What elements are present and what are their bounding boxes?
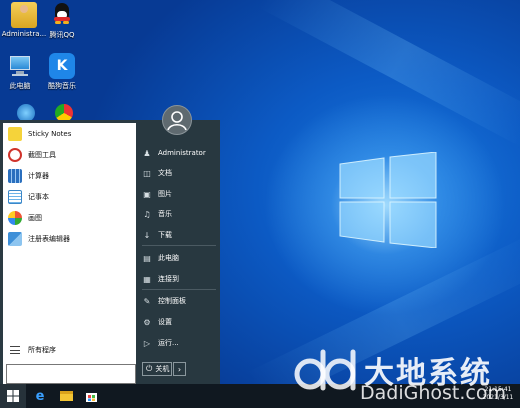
shutdown-options-button[interactable]: › [173,362,186,376]
chevron-right-icon: › [177,364,182,374]
app-item-label: Sticky Notes [28,130,72,138]
menu-item-settings[interactable]: ⚙ 设置 [142,314,218,330]
store-icon [85,392,97,402]
menu-item-documents[interactable]: ◫ 文档 [142,165,218,181]
menu-item-label: 下载 [158,231,172,239]
menu-separator [142,289,216,290]
desktop-icon-kugou[interactable]: K 酷狗音乐 [38,53,86,91]
picture-icon: ▣ [143,189,151,199]
paint-icon [8,211,22,225]
windows-logo-wallpaper [339,152,437,248]
all-programs-button[interactable]: 所有程序 [6,341,136,359]
snipping-tool-icon [8,148,22,162]
all-programs-label: 所有程序 [28,346,56,354]
menu-item-label: 设置 [158,318,172,326]
app-item-label: 截图工具 [28,151,56,159]
windows-start-icon [7,390,19,402]
start-button[interactable] [0,384,26,408]
user-icon: ♟ [143,148,151,158]
menu-item-label: 音乐 [158,210,172,218]
control-panel-icon: ✎ [143,296,151,306]
app-item-sticky-notes[interactable]: Sticky Notes [8,125,136,143]
desktop-icon-label: 酷狗音乐 [48,82,76,90]
menu-separator [142,245,216,246]
menu-item-music[interactable]: ♫ 音乐 [142,206,218,222]
menu-item-label: 图片 [158,190,172,198]
taskbar-file-explorer[interactable] [58,388,74,404]
app-item-label: 记事本 [28,193,49,201]
start-menu-apps-panel: Sticky Notes 截图工具 计算器 记事本 画图 注册表编辑器 所有程序 [0,120,136,384]
taskbar-edge[interactable]: e [32,388,48,404]
taskbar-store[interactable] [83,388,99,404]
light-beam [258,0,520,149]
menu-item-this-pc[interactable]: ▤ 此电脑 [142,250,218,266]
desktop-icon-label: 腾讯QQ [49,31,75,39]
menu-item-label: 此电脑 [158,254,179,262]
run-icon: ▷ [143,338,151,348]
menu-item-pictures[interactable]: ▣ 图片 [142,186,218,202]
menu-item-control-panel[interactable]: ✎ 控制面板 [142,293,218,309]
menu-item-label: 连接到 [158,275,179,283]
menu-item-label: 控制面板 [158,297,186,305]
menu-item-run[interactable]: ▷ 运行... [142,335,218,351]
document-icon: ◫ [143,168,151,178]
kugou-icon: K [49,53,75,79]
menu-item-administrator[interactable]: ♟ Administrator [142,145,218,161]
qq-icon [49,2,75,28]
calculator-icon [8,169,22,183]
app-item-label: 画图 [28,214,42,222]
list-icon [10,346,20,354]
sticky-notes-icon [8,127,22,141]
power-icon: ⏻ [146,364,153,373]
desktop-icon-qq[interactable]: 腾讯QQ [38,2,86,40]
shutdown-button[interactable]: ⏻ 关机 [142,362,172,376]
app-item-registry-editor[interactable]: 注册表编辑器 [8,230,136,248]
music-icon: ♫ [143,209,151,219]
user-avatar-icon [167,111,187,131]
edge-icon: e [35,388,45,404]
connect-icon: ▦ [143,274,151,284]
app-item-notepad[interactable]: 记事本 [8,188,136,206]
app-item-snipping-tool[interactable]: 截图工具 [8,146,136,164]
app-item-paint[interactable]: 画图 [8,209,136,227]
dadighost-watermark: 大地系统 DadiGhost.com [292,346,520,406]
user-folder-icon [11,2,37,28]
menu-item-label: Administrator [158,149,206,157]
registry-editor-icon [8,232,22,246]
app-item-label: 计算器 [28,172,49,180]
computer-icon [7,53,33,79]
file-explorer-icon [59,391,73,401]
gear-icon: ⚙ [143,317,151,327]
menu-item-label: 运行... [158,339,179,347]
menu-item-downloads[interactable]: ↓ 下载 [142,227,218,243]
menu-item-connect-to[interactable]: ▦ 连接到 [142,271,218,287]
start-search-input[interactable] [6,364,136,384]
app-item-calculator[interactable]: 计算器 [8,167,136,185]
computer-icon: ▤ [143,253,151,263]
download-icon: ↓ [143,230,151,240]
user-avatar[interactable] [162,105,192,135]
notepad-icon [8,190,22,204]
menu-item-label: 文档 [158,169,172,177]
app-item-label: 注册表编辑器 [28,235,70,243]
shutdown-label: 关机 [155,365,170,373]
watermark-sub-text: DadiGhost.com [360,382,506,404]
